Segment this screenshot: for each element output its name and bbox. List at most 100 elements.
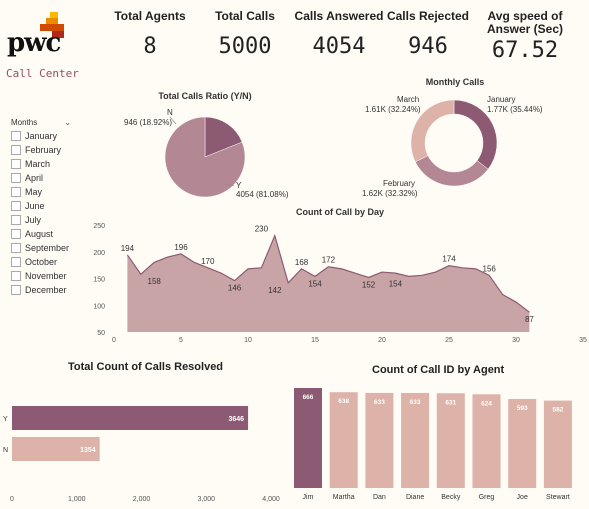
kpi-calls-answered-label: Calls Answered bbox=[294, 9, 384, 23]
slicer-item-label: October bbox=[25, 257, 58, 267]
donut-data-label: 1.61K (32.24%) bbox=[365, 105, 421, 114]
pie-data-label: 4054 (81.08%) bbox=[236, 190, 289, 199]
checkbox[interactable] bbox=[11, 145, 21, 155]
x-tick-label: 10 bbox=[244, 337, 252, 344]
category-label: Diane bbox=[406, 494, 424, 501]
slicer-item-january[interactable]: January bbox=[11, 129, 101, 143]
data-label: 146 bbox=[228, 284, 242, 293]
donut-category-label: February bbox=[383, 179, 415, 188]
category-label: Greg bbox=[479, 494, 495, 501]
kpi-calls-answered-value: 4054 bbox=[312, 34, 366, 59]
kpi-calls-rejected-label: Calls Rejected bbox=[386, 9, 470, 23]
donut-data-label: 1.77K (35.44%) bbox=[487, 105, 543, 114]
calls-resolved-bar-chart: 3646 Y 1354 N 0 1,000 2,000 3,000 4,000 bbox=[3, 406, 280, 503]
data-label: 156 bbox=[483, 264, 497, 273]
category-label: Joe bbox=[517, 494, 528, 501]
bar-joe bbox=[508, 398, 537, 488]
chevron-down-icon[interactable]: ⌄ bbox=[64, 118, 71, 127]
donut-category-label: March bbox=[397, 95, 419, 104]
calls-by-agent-bar-chart: 666 Jim 638 Martha 633 Dan 633 Diane 631 Becky 624… bbox=[294, 388, 572, 501]
checkbox[interactable] bbox=[11, 285, 21, 295]
data-label: 230 bbox=[255, 225, 269, 234]
x-tick-label: 30 bbox=[512, 337, 520, 344]
y-tick-label: 250 bbox=[93, 223, 105, 230]
kpi-total-calls-label: Total Calls bbox=[215, 9, 275, 23]
data-label: 152 bbox=[362, 280, 376, 289]
x-tick-label: 35 bbox=[579, 337, 587, 344]
calls-by-day-area-chart: 50 100 150 200 250 0 5 10 15 20 25 30 35 194 158 196 170… bbox=[93, 223, 587, 344]
bar-jim bbox=[294, 388, 322, 488]
x-tick-label: 0 bbox=[112, 337, 116, 344]
calls-resolved-title: Total Count of Calls Resolved bbox=[68, 361, 224, 373]
category-label: Stewart bbox=[546, 494, 570, 501]
logo-text: pwc bbox=[7, 28, 61, 58]
bar-becky bbox=[436, 393, 465, 488]
checkbox[interactable] bbox=[11, 131, 21, 141]
area-fill bbox=[127, 235, 530, 332]
data-label: 1354 bbox=[80, 447, 96, 454]
slicer-item-may[interactable]: May bbox=[11, 185, 101, 199]
data-label: 638 bbox=[338, 398, 349, 405]
data-label: 158 bbox=[148, 277, 162, 286]
x-tick-label: 4,000 bbox=[262, 496, 280, 503]
slicer-item-february[interactable]: February bbox=[11, 143, 101, 157]
y-tick-label: 200 bbox=[93, 250, 105, 257]
kpi-total-agents-label: Total Agents bbox=[114, 9, 186, 23]
slicer-item-april[interactable]: April bbox=[11, 171, 101, 185]
slicer-item-june[interactable]: June bbox=[11, 199, 101, 213]
pie-category-label: Y bbox=[236, 181, 242, 190]
checkbox[interactable] bbox=[11, 243, 21, 253]
donut-category-label: January bbox=[487, 95, 515, 104]
calls-by-agent-title: Count of Call ID by Agent bbox=[372, 364, 505, 376]
x-tick-label: 0 bbox=[10, 496, 14, 503]
bar-stewart bbox=[543, 400, 572, 488]
bar-martha bbox=[329, 392, 358, 488]
slicer-item-label: June bbox=[25, 201, 45, 211]
pie-category-label: N bbox=[167, 108, 173, 117]
data-label: 631 bbox=[445, 399, 456, 406]
slicer-item-label: August bbox=[25, 229, 54, 239]
kpi-total-agents-value: 8 bbox=[143, 34, 157, 59]
monthly-calls-donut: January1.77K (35.44%) March1.61K (32.24%)… bbox=[362, 95, 543, 198]
checkbox[interactable] bbox=[11, 257, 21, 267]
kpi-total-calls-value: 5000 bbox=[218, 34, 272, 59]
slicer-item-label: November bbox=[25, 271, 67, 281]
data-label: 624 bbox=[481, 400, 492, 407]
checkbox[interactable] bbox=[11, 159, 21, 169]
pie-data-label: 946 (18.92%) bbox=[124, 118, 172, 127]
data-label: 142 bbox=[268, 286, 282, 295]
x-tick-label: 1,000 bbox=[68, 496, 86, 503]
y-tick-label: 50 bbox=[97, 330, 105, 337]
checkbox[interactable] bbox=[11, 201, 21, 211]
category-label: Martha bbox=[333, 494, 355, 501]
category-label: N bbox=[3, 447, 8, 454]
data-label: 3646 bbox=[229, 416, 245, 423]
data-label: 170 bbox=[201, 257, 215, 266]
x-tick-label: 5 bbox=[179, 337, 183, 344]
kpi-avg-speed-label: Avg speed of Answer (Sec) bbox=[486, 9, 564, 36]
calls-ratio-pie: N946 (18.92%) Y4054 (81.08%) bbox=[124, 108, 289, 199]
category-label: Y bbox=[3, 416, 8, 423]
slicer-item-label: December bbox=[25, 285, 67, 295]
x-tick-label: 25 bbox=[445, 337, 453, 344]
checkbox[interactable] bbox=[11, 271, 21, 281]
slicer-item-march[interactable]: March bbox=[11, 157, 101, 171]
x-tick-label: 20 bbox=[378, 337, 386, 344]
bar-dan bbox=[365, 392, 394, 488]
data-label: 154 bbox=[308, 279, 322, 288]
bar-greg bbox=[472, 394, 501, 488]
slicer-item-label: January bbox=[25, 131, 58, 141]
data-label: 633 bbox=[410, 399, 421, 406]
data-label: 666 bbox=[303, 394, 314, 401]
slicer-item-label: September bbox=[25, 243, 70, 253]
category-label: Becky bbox=[441, 494, 461, 501]
checkbox[interactable] bbox=[11, 215, 21, 225]
checkbox[interactable] bbox=[11, 229, 21, 239]
checkbox[interactable] bbox=[11, 173, 21, 183]
page-subtitle: Call Center bbox=[6, 67, 79, 80]
checkbox[interactable] bbox=[11, 187, 21, 197]
data-label: 154 bbox=[389, 279, 403, 288]
donut-data-label: 1.62K (32.32%) bbox=[362, 189, 418, 198]
kpi-calls-rejected-value: 946 bbox=[408, 34, 448, 59]
data-label: 194 bbox=[121, 244, 135, 253]
